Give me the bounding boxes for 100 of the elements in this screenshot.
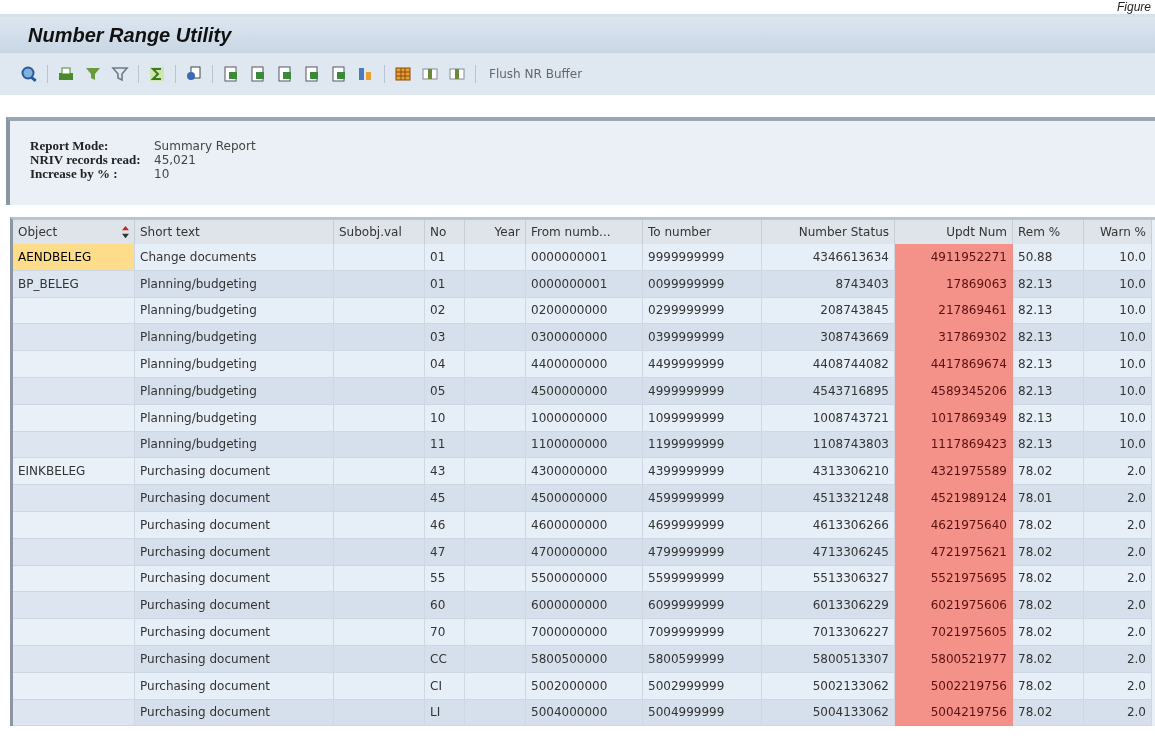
flush-buffer-button[interactable]: Flush NR Buffer <box>485 67 587 81</box>
table-cell: 4521989124 <box>895 485 1013 512</box>
table-cell: 6021975606 <box>895 592 1013 620</box>
table-cell: 2.0 <box>1084 699 1152 727</box>
table-cell: 4699999999 <box>643 511 762 539</box>
filter-icon[interactable] <box>84 65 102 83</box>
column-header[interactable]: Subobj.val <box>334 220 425 244</box>
table-cell: 4400000000 <box>526 351 643 378</box>
table-cell: 4600000000 <box>526 511 643 539</box>
table-cell: Purchasing document <box>135 538 334 566</box>
info-value: 45,021 <box>154 153 197 167</box>
table-cell: 6099999999 <box>643 592 762 620</box>
table-cell: 4513321248 <box>762 485 895 512</box>
table-cell: Purchasing document <box>135 672 334 700</box>
table-cell: 78.02 <box>1013 619 1084 646</box>
table-cell: 4713306245 <box>762 538 895 566</box>
column-header[interactable]: No <box>425 220 465 244</box>
table-cell: 0000000001 <box>526 244 643 271</box>
document-icon[interactable] <box>276 65 294 83</box>
table-cell: 4999999999 <box>643 378 762 405</box>
table-cell: 5800521977 <box>895 645 1013 673</box>
table-cell: 7013306227 <box>762 619 895 646</box>
window-title: Number Range Utility <box>28 23 232 47</box>
table-cell: 308743669 <box>762 324 895 352</box>
table-cell: 04 <box>425 351 465 378</box>
table-cell: 9999999999 <box>643 244 762 271</box>
table-cell: 5004000000 <box>526 699 643 727</box>
table-cell: 5599999999 <box>643 565 762 593</box>
table-cell: 5800513307 <box>762 645 895 673</box>
table-cell: 1008743721 <box>762 404 895 432</box>
table-cell: 208743845 <box>762 297 895 325</box>
search-icon[interactable] <box>20 65 38 83</box>
table-cell: Purchasing document <box>135 458 334 486</box>
column-header[interactable]: Number Status <box>762 220 895 244</box>
sort-icon[interactable] <box>122 225 129 239</box>
column-header[interactable]: Year <box>465 220 526 244</box>
print-icon[interactable] <box>57 65 75 83</box>
table-cell: 50.88 <box>1013 244 1084 271</box>
table-cell: 03 <box>425 324 465 352</box>
sum-icon[interactable] <box>148 65 166 83</box>
table-cell: CI <box>425 672 465 700</box>
column-header[interactable]: Updt Num <box>895 220 1013 244</box>
info-value: 10 <box>154 167 171 181</box>
table-cell: 4589345206 <box>895 378 1013 405</box>
table-cell: 4543716895 <box>762 378 895 405</box>
table-cell: 0299999999 <box>643 297 762 325</box>
table-cell: 1100000000 <box>526 431 643 459</box>
table-cell: 01 <box>425 270 465 298</box>
table-cell: 10 <box>425 404 465 432</box>
table-cell: Purchasing document <box>135 485 334 512</box>
table-cell: 4346613634 <box>762 244 895 271</box>
table-cell: 10.0 <box>1084 244 1152 271</box>
table-cell: 4408744082 <box>762 351 895 378</box>
table-cell: 217869461 <box>895 297 1013 325</box>
table-cell: Planning/budgeting <box>135 324 334 352</box>
grid-icon[interactable] <box>394 65 412 83</box>
table-cell: 2.0 <box>1084 458 1152 486</box>
columns-icon[interactable] <box>421 65 439 83</box>
table-cell: 7021975605 <box>895 619 1013 646</box>
table-cell: 10.0 <box>1084 378 1152 405</box>
table-cell: 5002133062 <box>762 672 895 700</box>
table-cell: 317869302 <box>895 324 1013 352</box>
table-cell: Purchasing document <box>135 645 334 673</box>
columns-icon[interactable] <box>448 65 466 83</box>
table-cell: 4500000000 <box>526 485 643 512</box>
column-header[interactable]: Short text <box>135 220 334 244</box>
table-cell: 82.13 <box>1013 431 1084 459</box>
table-cell: 05 <box>425 378 465 405</box>
table-cell: Change documents <box>135 244 334 271</box>
table-cell: 60 <box>425 592 465 620</box>
info-label: Report Mode: <box>30 139 110 153</box>
table-cell: 78.01 <box>1013 485 1084 512</box>
table-cell: 4313306210 <box>762 458 895 486</box>
table-cell: 78.02 <box>1013 672 1084 700</box>
column-header[interactable]: Object <box>13 220 135 244</box>
table-cell: 4500000000 <box>526 378 643 405</box>
table-cell: 1017869349 <box>895 404 1013 432</box>
table-cell: 17869063 <box>895 270 1013 298</box>
table-cell: 0399999999 <box>643 324 762 352</box>
table-cell: 0300000000 <box>526 324 643 352</box>
table-cell: AENDBELEG <box>13 244 135 271</box>
table-cell: 4911952271 <box>895 244 1013 271</box>
funnel-icon[interactable] <box>111 65 129 83</box>
column-header[interactable]: Rem % <box>1013 220 1084 244</box>
column-header[interactable]: To number <box>643 220 762 244</box>
table-cell: 78.02 <box>1013 645 1084 673</box>
table-cell: 45 <box>425 485 465 512</box>
copy-icon[interactable] <box>185 65 203 83</box>
info-value: Summary Report <box>154 139 257 153</box>
table-cell: Planning/budgeting <box>135 431 334 459</box>
column-header[interactable]: Warn % <box>1084 220 1152 244</box>
table-cell: 78.02 <box>1013 458 1084 486</box>
column-header[interactable]: From numb... <box>526 220 643 244</box>
table-cell: CC <box>425 645 465 673</box>
table-cell: 43 <box>425 458 465 486</box>
table-cell <box>465 699 526 727</box>
table-cell: 10.0 <box>1084 351 1152 378</box>
table-cell: 82.13 <box>1013 351 1084 378</box>
table-cell: 4417869674 <box>895 351 1013 378</box>
table-cell: EINKBELEG <box>13 458 135 486</box>
